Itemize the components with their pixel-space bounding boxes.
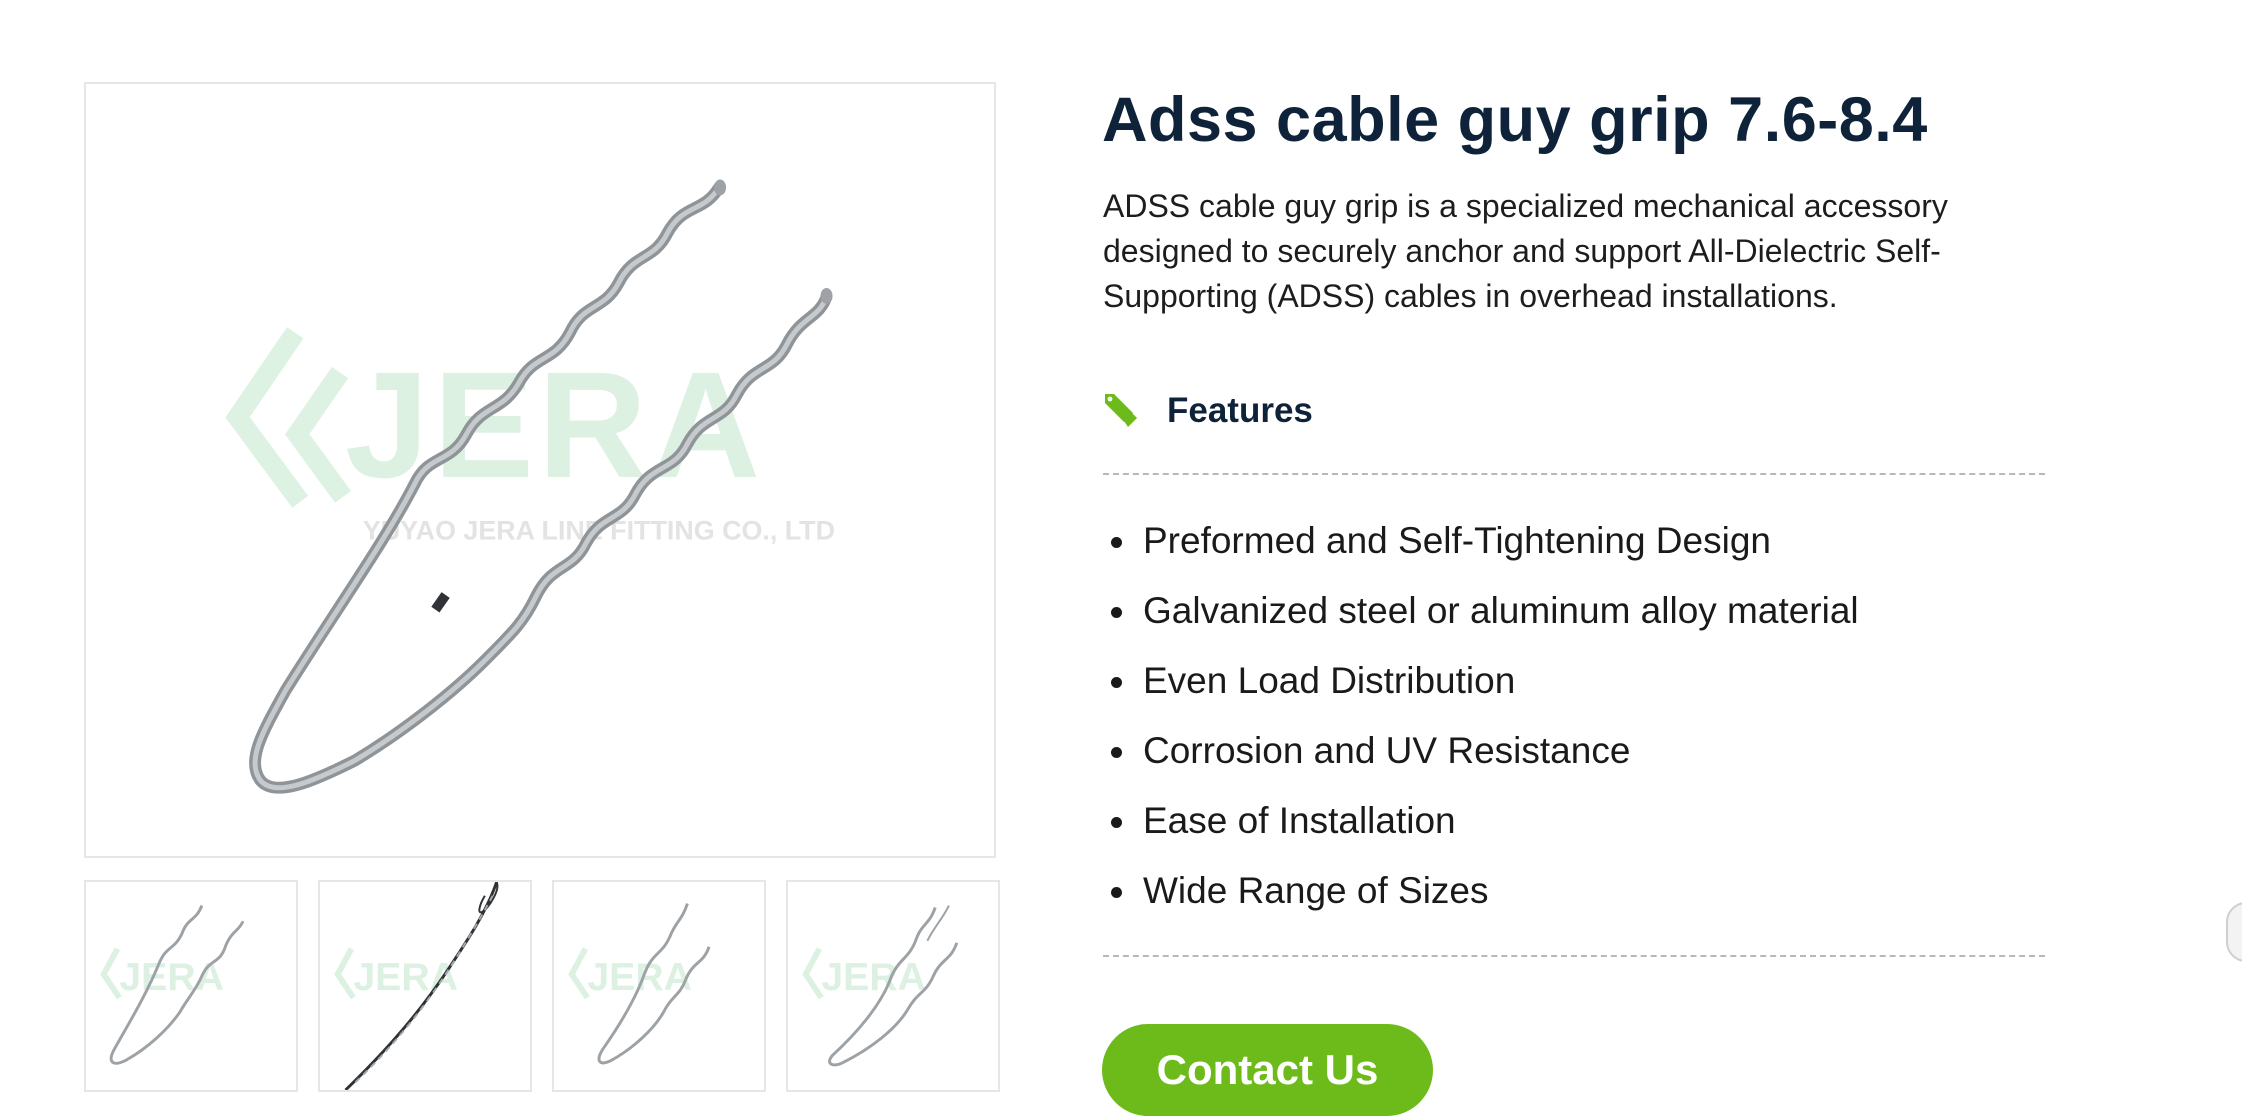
thumb-watermark-text: JERA — [821, 955, 926, 999]
thumbnail-1[interactable]: JERA — [84, 880, 298, 1092]
features-heading-label: Features — [1167, 391, 1313, 430]
divider-bottom — [1103, 955, 2045, 957]
features-heading: Features — [1103, 386, 1313, 436]
thumbnail-2[interactable]: JERA — [318, 880, 532, 1092]
thumb-watermark-text: JERA — [119, 955, 224, 999]
thumb-watermark-text: JERA — [587, 955, 692, 999]
feature-item: Wide Range of Sizes — [1103, 856, 1859, 926]
product-description: ADSS cable guy grip is a specialized mec… — [1103, 188, 1948, 314]
features-list: Preformed and Self-Tightening Design Gal… — [1103, 506, 1859, 926]
main-product-image[interactable]: JERA YUYAO JERA LINE FITTING CO., LTD — [84, 82, 996, 858]
product-title: Adss cable guy grip 7.6-8.4 — [1102, 85, 1928, 155]
thumb-watermark: JERA — [334, 947, 458, 1000]
feature-item: Preformed and Self-Tightening Design — [1103, 506, 1859, 576]
floating-side-handle[interactable] — [2226, 902, 2242, 962]
thumbnail-4[interactable]: JERA — [786, 880, 1000, 1092]
feature-item: Galvanized steel or aluminum alloy mater… — [1103, 576, 1859, 646]
thumb-watermark: JERA — [568, 947, 692, 1000]
feature-item: Ease of Installation — [1103, 786, 1859, 856]
feature-item: Even Load Distribution — [1103, 646, 1859, 716]
divider-top — [1103, 473, 2045, 475]
contact-us-button[interactable]: Contact Us — [1102, 1024, 1433, 1116]
tag-icon — [1105, 394, 1137, 427]
feature-item: Corrosion and UV Resistance — [1103, 716, 1859, 786]
thumbnail-3[interactable]: JERA — [552, 880, 766, 1092]
thumb-watermark: JERA — [802, 947, 926, 1000]
